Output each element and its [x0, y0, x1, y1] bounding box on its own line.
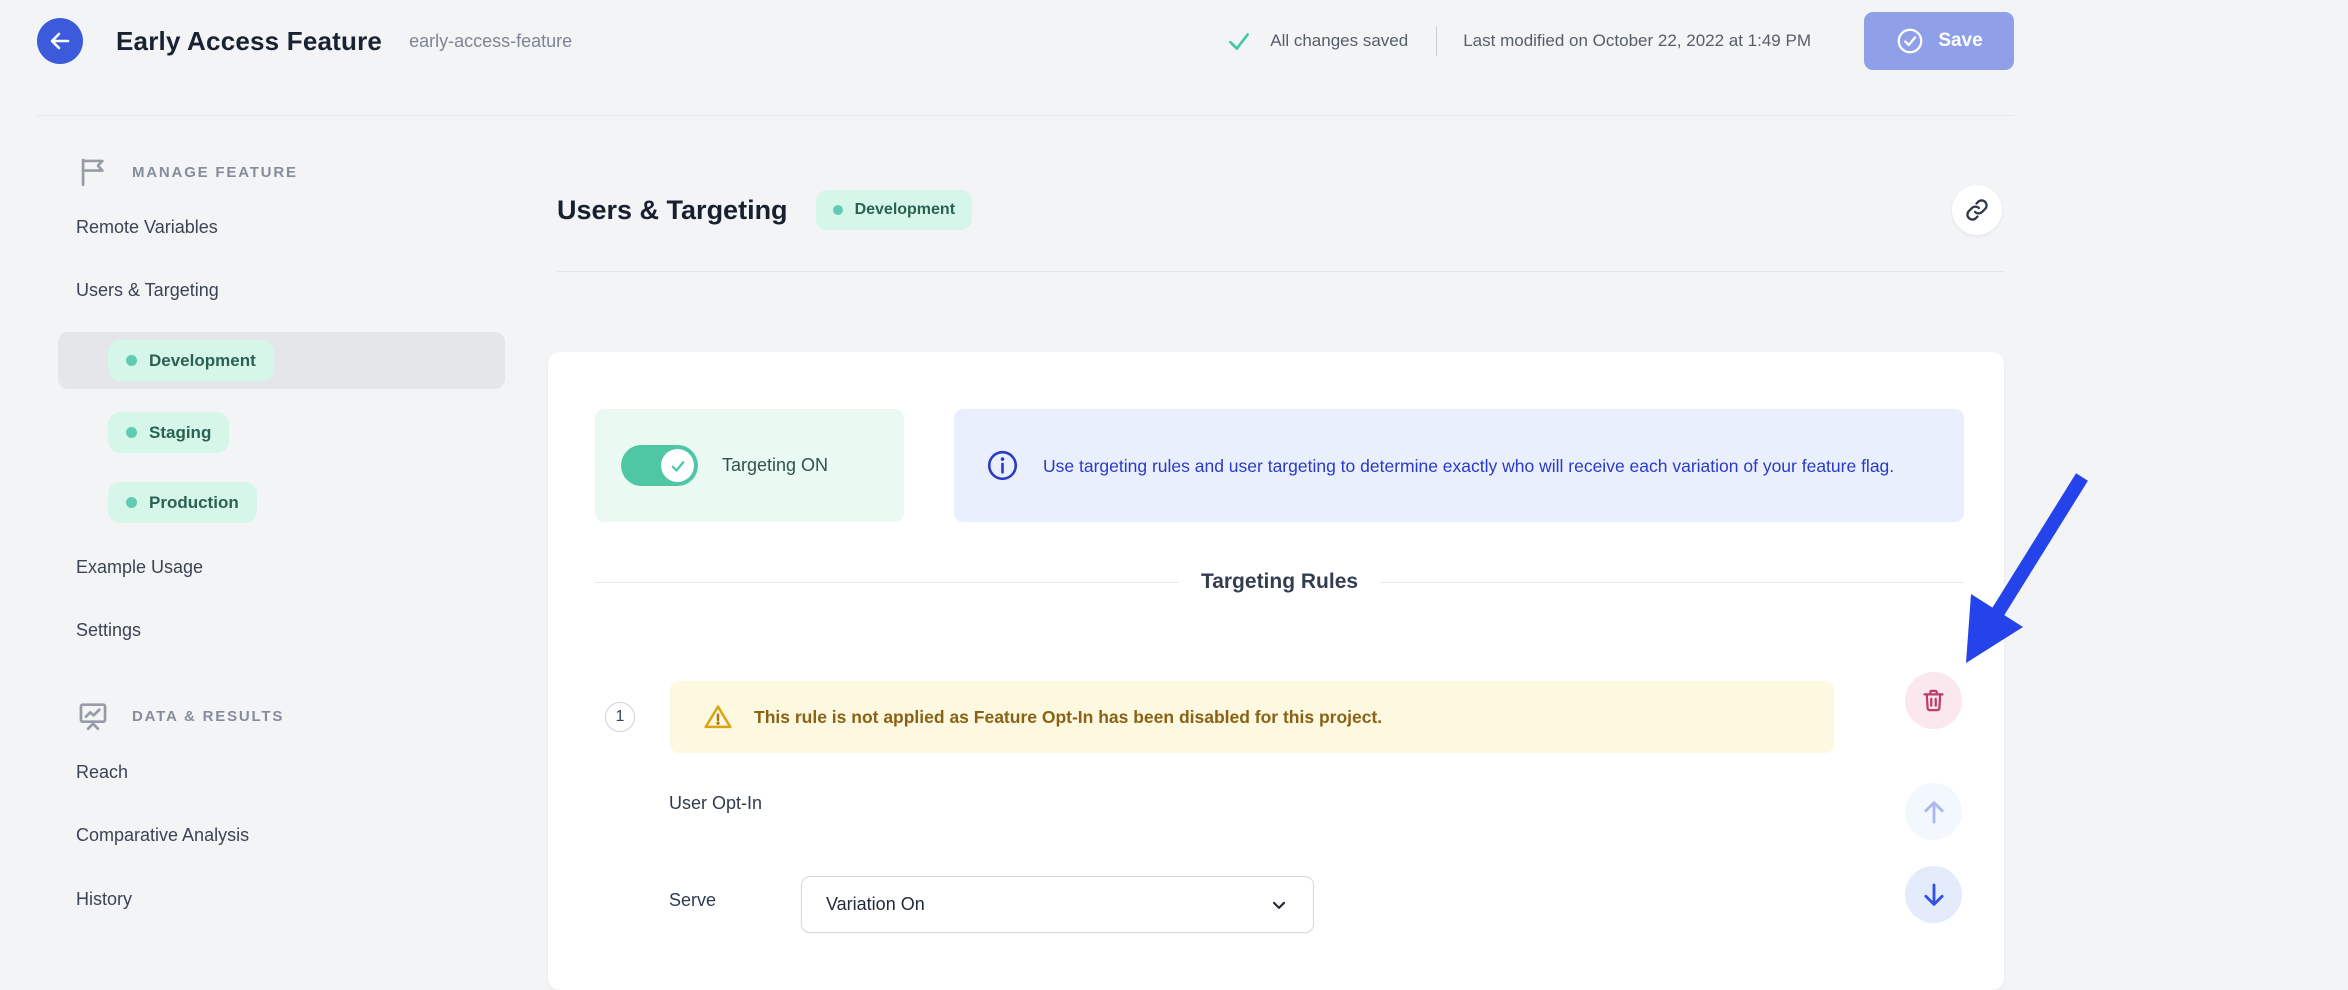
rule-name-label: User Opt-In [669, 793, 762, 814]
info-icon [984, 447, 1021, 484]
arrow-left-icon [48, 29, 72, 53]
targeting-rules-title: Targeting Rules [1201, 570, 1358, 594]
sidebar-env-development-selected[interactable]: Development [58, 332, 505, 389]
sidebar-section-manage-feature: MANAGE FEATURE [76, 155, 298, 189]
arrow-up-icon [1919, 797, 1949, 827]
divider-line [1380, 582, 1964, 583]
link-icon [1964, 197, 1990, 223]
app-header: Early Access Feature early-access-featur… [37, 0, 2014, 116]
targeting-toggle-label: Targeting ON [722, 455, 828, 476]
circle-check-icon [1895, 26, 1925, 56]
feature-key: early-access-feature [409, 31, 572, 52]
targeting-card: Targeting ON Use targeting rules and use… [548, 352, 2004, 990]
arrow-down-icon [1919, 880, 1949, 910]
sidebar-item-reach[interactable]: Reach [76, 762, 128, 783]
sidebar-item-history[interactable]: History [76, 889, 132, 910]
sidebar-item-example-usage[interactable]: Example Usage [76, 557, 203, 578]
divider [557, 271, 2004, 272]
delete-rule-button[interactable] [1905, 672, 1962, 729]
rule-warning-banner: This rule is not applied as Feature Opt-… [670, 681, 1834, 753]
back-button[interactable] [37, 18, 83, 64]
move-rule-up-button[interactable] [1905, 783, 1962, 840]
chevron-down-icon [1269, 895, 1289, 915]
targeting-toggle[interactable] [621, 445, 698, 486]
divider-line [595, 582, 1179, 583]
sidebar-item-remote-variables[interactable]: Remote Variables [76, 217, 218, 238]
flag-icon [76, 155, 110, 189]
env-status-dot [833, 205, 843, 215]
sidebar-section-data-results: DATA & RESULTS [76, 699, 284, 733]
copy-link-button[interactable] [1952, 185, 2002, 235]
toggle-knob [661, 449, 694, 482]
env-status-dot [126, 427, 137, 438]
feature-sidebar: MANAGE FEATURE Remote Variables Users & … [37, 117, 507, 990]
save-button[interactable]: Save [1864, 12, 2014, 70]
divider [1436, 26, 1437, 56]
serve-variation-dropdown[interactable]: Variation On [801, 876, 1314, 933]
targeting-rules-divider: Targeting Rules [595, 552, 1964, 612]
sidebar-item-users-targeting[interactable]: Users & Targeting [76, 280, 219, 301]
sidebar-item-settings[interactable]: Settings [76, 620, 141, 641]
environment-badge-production[interactable]: Production [108, 482, 257, 523]
environment-badge-development: Development [816, 190, 972, 230]
env-status-dot [126, 497, 137, 508]
save-status: All changes saved [1226, 28, 1408, 54]
section-title: Users & Targeting [557, 195, 788, 226]
check-icon [1226, 28, 1252, 54]
info-banner-text: Use targeting rules and user targeting t… [1043, 452, 1894, 480]
move-rule-down-button[interactable] [1905, 866, 1962, 923]
presentation-chart-icon [76, 699, 110, 733]
env-status-dot [126, 355, 137, 366]
serve-label: Serve [669, 890, 716, 911]
environment-badge-development[interactable]: Development [108, 340, 274, 381]
warning-triangle-icon [702, 701, 734, 733]
environment-badge-staging[interactable]: Staging [108, 412, 229, 453]
rule-warning-text: This rule is not applied as Feature Opt-… [754, 707, 1382, 728]
section-header: Users & Targeting Development [557, 190, 972, 230]
last-modified-text: Last modified on October 22, 2022 at 1:4… [1463, 31, 1811, 51]
serve-variation-value: Variation On [826, 894, 925, 915]
page-title: Early Access Feature [116, 26, 382, 57]
rule-number-badge: 1 [605, 702, 635, 732]
info-banner: Use targeting rules and user targeting t… [954, 409, 1964, 522]
trash-icon [1920, 687, 1947, 714]
targeting-toggle-box: Targeting ON [595, 409, 904, 522]
sidebar-item-comparative-analysis[interactable]: Comparative Analysis [76, 825, 249, 846]
